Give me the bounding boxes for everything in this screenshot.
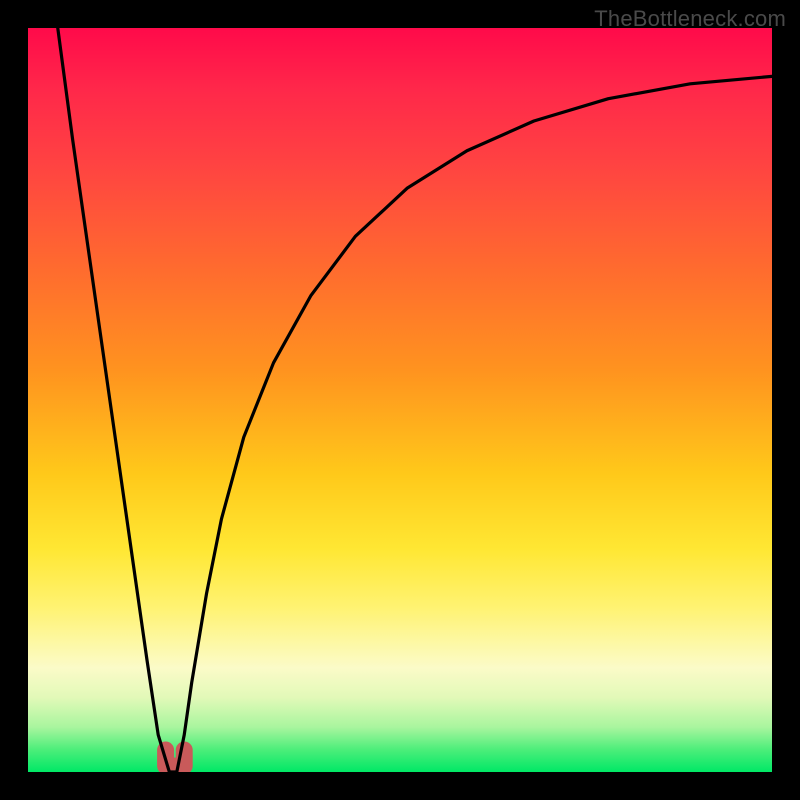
bottleneck-curve-path xyxy=(58,28,772,772)
watermark-text: TheBottleneck.com xyxy=(594,6,786,32)
bottleneck-curve-svg xyxy=(28,28,772,772)
plot-area xyxy=(28,28,772,772)
chart-frame: TheBottleneck.com xyxy=(0,0,800,800)
